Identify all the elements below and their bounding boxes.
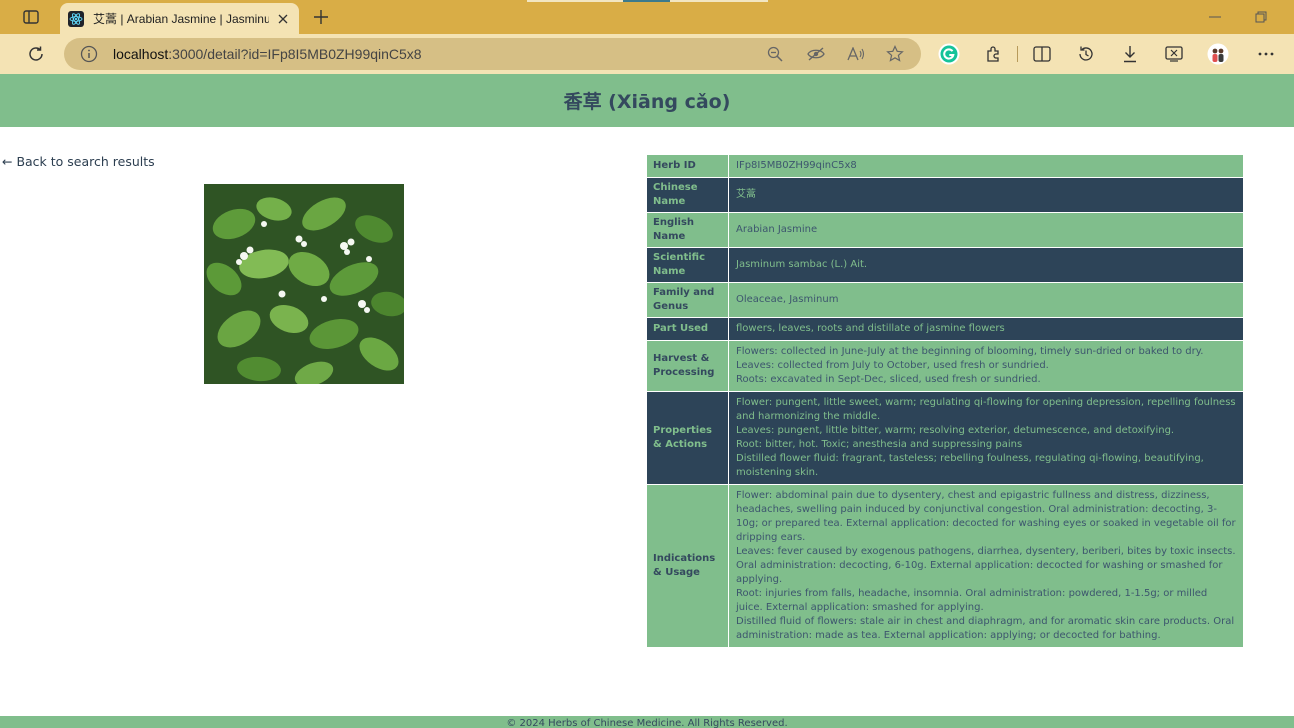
herb-detail-table: Herb ID IFp8I5MB0ZH99qinC5x8 Chinese Nam… xyxy=(646,154,1244,648)
value-line: Root: injuries from falls, headache, ins… xyxy=(736,588,1208,613)
favorite-star-icon[interactable] xyxy=(886,45,904,63)
value-line: Root: bitter, hot. Toxic; anesthesia and… xyxy=(736,439,1023,450)
row-english-name: English Name Arabian Jasmine xyxy=(646,212,1244,248)
value-line: Flower: abdominal pain due to dysentery,… xyxy=(736,490,1236,543)
url-host: localhost xyxy=(113,46,169,62)
value-line: Jasminum sambac (L.) Ait. xyxy=(736,259,868,270)
history-icon[interactable] xyxy=(1075,43,1097,65)
restore-icon[interactable] xyxy=(1251,8,1271,26)
row-label: Harvest & Processing xyxy=(646,340,729,392)
row-chinese-name: Chinese Name 艾蒿 xyxy=(646,177,1244,213)
row-value: Flower: pungent, little sweet, warm; reg… xyxy=(728,391,1244,485)
window-top-strip xyxy=(527,0,623,2)
row-value: Flower: abdominal pain due to dysentery,… xyxy=(728,484,1244,648)
url-text[interactable]: localhost:3000/detail?id=IFp8I5MB0ZH99qi… xyxy=(113,46,422,62)
row-herb-id: Herb ID IFp8I5MB0ZH99qinC5x8 xyxy=(646,154,1244,178)
react-logo-icon xyxy=(68,10,84,27)
read-aloud-icon[interactable] xyxy=(847,45,865,63)
close-icon[interactable] xyxy=(275,11,291,27)
refresh-icon[interactable] xyxy=(25,43,47,65)
downloads-icon[interactable] xyxy=(1119,43,1141,65)
split-screen-icon[interactable] xyxy=(1031,43,1053,65)
row-value: flowers, leaves, roots and distillate of… xyxy=(728,317,1244,341)
row-label: Chinese Name xyxy=(646,177,729,213)
value-line: Flowers: collected in June-July at the b… xyxy=(736,346,1204,357)
toolbar-separator xyxy=(1017,46,1018,62)
url-path: :3000/detail?id=IFp8I5MB0ZH99qinC5x8 xyxy=(168,46,422,62)
row-family-genus: Family and Genus Oleaceae, Jasminum xyxy=(646,282,1244,318)
zoom-out-icon[interactable] xyxy=(766,45,784,63)
more-icon[interactable] xyxy=(1255,43,1277,65)
profile-avatar-icon[interactable] xyxy=(1207,43,1229,65)
value-line: 艾蒿 xyxy=(736,189,756,200)
row-part-used: Part Used flowers, leaves, roots and dis… xyxy=(646,317,1244,341)
value-line: Leaves: pungent, little bitter, warm; re… xyxy=(736,425,1175,436)
page-title: 香草 (Xiāng cǎo) xyxy=(563,91,731,113)
address-bar[interactable]: localhost:3000/detail?id=IFp8I5MB0ZH99qi… xyxy=(64,38,921,70)
row-label: Herb ID xyxy=(646,154,729,178)
window-top-strip xyxy=(670,0,768,2)
value-line: Distilled flower fluid: fragrant, tastel… xyxy=(736,453,1204,478)
herb-photo-graphic xyxy=(204,184,404,384)
browser-toolbar: localhost:3000/detail?id=IFp8I5MB0ZH99qi… xyxy=(0,34,1294,74)
row-label: Family and Genus xyxy=(646,282,729,318)
row-value: Flowers: collected in June-July at the b… xyxy=(728,340,1244,392)
value-line: Flower: pungent, little sweet, warm; reg… xyxy=(736,397,1236,422)
tab-title: 艾蒿 | Arabian Jasmine | Jasminum sambac (… xyxy=(93,12,269,26)
value-line: Leaves: collected from July to October, … xyxy=(736,360,1049,371)
window-top-strip-accent xyxy=(623,0,670,2)
grammarly-icon[interactable] xyxy=(938,43,960,65)
row-properties-actions: Properties & Actions Flower: pungent, li… xyxy=(646,391,1244,485)
value-line: Roots: excavated in Sept-Dec, sliced, us… xyxy=(736,374,1041,385)
page-footer: © 2024 Herbs of Chinese Medicine. All Ri… xyxy=(0,716,1294,728)
back-to-search-link[interactable]: ← Back to search results xyxy=(2,154,155,169)
row-scientific-name: Scientific Name Jasminum sambac (L.) Ait… xyxy=(646,247,1244,283)
minimize-icon[interactable] xyxy=(1205,8,1225,26)
row-value: Jasminum sambac (L.) Ait. xyxy=(728,247,1244,283)
new-tab-plus-icon[interactable] xyxy=(310,7,332,27)
tracking-prevention-icon[interactable] xyxy=(807,45,825,63)
row-value: Arabian Jasmine xyxy=(728,212,1244,248)
screenshot-icon[interactable] xyxy=(1163,43,1185,65)
row-label: English Name xyxy=(646,212,729,248)
value-line: Leaves: fever caused by exogenous pathog… xyxy=(736,546,1236,585)
herb-photo xyxy=(204,184,404,384)
row-label: Indications & Usage xyxy=(646,484,729,648)
row-value: 艾蒿 xyxy=(728,177,1244,213)
row-label: Scientific Name xyxy=(646,247,729,283)
browser-tab-bar: 艾蒿 | Arabian Jasmine | Jasminum sambac (… xyxy=(0,0,1294,34)
value-line: Oleaceae, Jasminum xyxy=(736,294,839,305)
extensions-icon[interactable] xyxy=(983,43,1005,65)
value-line: Distilled fluid of flowers: stale air in… xyxy=(736,616,1235,641)
row-label: Properties & Actions xyxy=(646,391,729,485)
row-indications-usage: Indications & Usage Flower: abdominal pa… xyxy=(646,484,1244,648)
site-info-icon[interactable] xyxy=(80,45,98,63)
value-line: flowers, leaves, roots and distillate of… xyxy=(736,323,1005,334)
row-harvest-processing: Harvest & Processing Flowers: collected … xyxy=(646,340,1244,392)
row-value: IFp8I5MB0ZH99qinC5x8 xyxy=(728,154,1244,178)
value-line: Arabian Jasmine xyxy=(736,224,818,235)
browser-tab-active[interactable]: 艾蒿 | Arabian Jasmine | Jasminum sambac (… xyxy=(60,3,299,34)
footer-text: © 2024 Herbs of Chinese Medicine. All Ri… xyxy=(506,718,788,728)
value-line: IFp8I5MB0ZH99qinC5x8 xyxy=(736,160,857,171)
tab-actions-icon[interactable] xyxy=(20,8,42,26)
row-label: Part Used xyxy=(646,317,729,341)
row-value: Oleaceae, Jasminum xyxy=(728,282,1244,318)
page-header: 香草 (Xiāng cǎo) xyxy=(0,74,1294,127)
